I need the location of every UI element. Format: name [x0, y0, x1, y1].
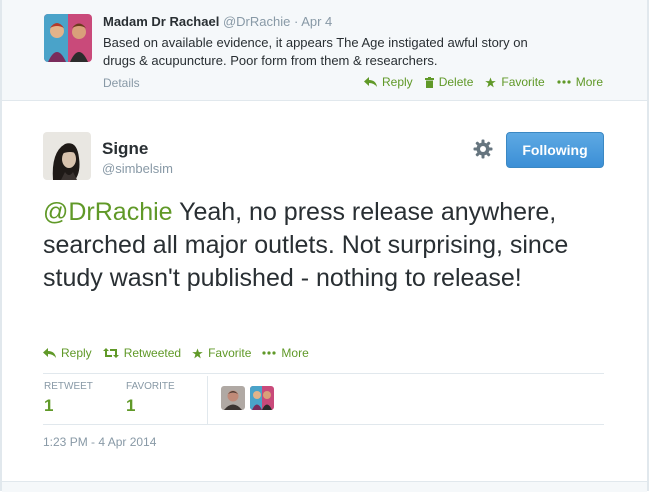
retweeted-label: Retweeted: [123, 346, 182, 360]
star-icon: [485, 76, 497, 87]
parent-time[interactable]: Apr 4: [301, 14, 332, 29]
mention-link[interactable]: @DrRachie: [43, 198, 173, 226]
reply-label: Reply: [61, 346, 92, 360]
parent-text-line1: Based on available evidence, it appears …: [103, 35, 528, 50]
stats-bottom-divider: [43, 424, 604, 425]
gear-icon[interactable]: [473, 139, 493, 159]
parent-separator: ·: [293, 14, 299, 29]
more-action[interactable]: More: [262, 346, 309, 360]
tweet-actions: Reply Retweeted Favorite More: [43, 346, 309, 360]
stats-top-divider: [43, 373, 604, 374]
author-fullname[interactable]: Signe: [102, 139, 148, 159]
trash-icon: [424, 76, 434, 88]
favoriter-avatar[interactable]: [250, 386, 274, 410]
retweeted-action[interactable]: Retweeted: [102, 346, 182, 360]
parent-tweet-text: Based on available evidence, it appears …: [103, 34, 603, 70]
favorite-stat-label: FAVORITE: [126, 381, 175, 392]
parent-reply-action[interactable]: Reply: [364, 75, 413, 89]
parent-text-line2: drugs & acupuncture. Poor form from them…: [103, 53, 438, 68]
reply-icon: [364, 77, 377, 87]
parent-tweet[interactable]: Madam Dr Rachael @DrRachie · Apr 4 Based…: [2, 0, 647, 101]
author-username[interactable]: @simbelsim: [102, 161, 173, 176]
retweet-stat-label: RETWEET: [44, 381, 93, 392]
parent-fullname[interactable]: Madam Dr Rachael: [103, 14, 219, 29]
reply-icon: [43, 348, 56, 358]
more-label: More: [281, 346, 309, 360]
parent-username[interactable]: @DrRachie: [223, 14, 290, 29]
parent-more-action[interactable]: More: [557, 75, 603, 89]
favorite-label: Favorite: [208, 346, 252, 360]
details-link[interactable]: Details: [103, 76, 140, 90]
author-avatar[interactable]: [43, 132, 91, 180]
tweet-timestamp[interactable]: 1:23 PM - 4 Apr 2014: [43, 435, 156, 449]
more-dots-icon: [262, 351, 277, 355]
favorite-count[interactable]: 1: [126, 396, 135, 416]
footer-bar: [2, 481, 647, 492]
retweet-count[interactable]: 1: [44, 396, 53, 416]
favorite-action[interactable]: Favorite: [192, 346, 251, 360]
parent-delete-action[interactable]: Delete: [424, 75, 474, 89]
parent-more-label: More: [575, 75, 604, 89]
reply-action[interactable]: Reply: [43, 346, 92, 360]
retweet-icon: [102, 348, 119, 358]
parent-delete-label: Delete: [438, 75, 474, 89]
parent-favorite-action[interactable]: Favorite: [485, 75, 545, 89]
parent-favorite-label: Favorite: [501, 75, 545, 89]
star-icon: [192, 347, 203, 358]
following-button[interactable]: Following: [506, 132, 604, 168]
stats-separator: [207, 376, 208, 424]
parent-tweet-header: Madam Dr Rachael @DrRachie · Apr 4: [103, 14, 332, 29]
parent-avatar[interactable]: [44, 14, 92, 62]
retweeter-avatar[interactable]: [221, 386, 245, 410]
parent-reply-label: Reply: [382, 75, 413, 89]
more-dots-icon: [557, 80, 571, 84]
parent-actions: Reply Delete Favorite More: [364, 75, 603, 89]
tweet-text: @DrRachie Yeah, no press release anywher…: [43, 196, 613, 295]
